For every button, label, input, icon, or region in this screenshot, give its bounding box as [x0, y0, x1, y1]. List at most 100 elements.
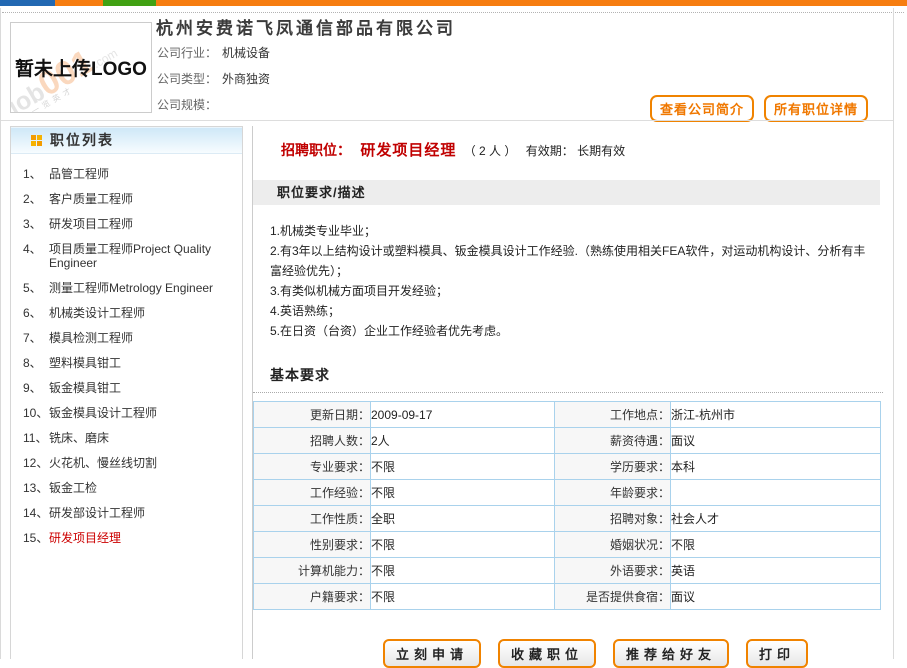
table-row: 工作经验：不限年龄要求：: [254, 480, 881, 506]
sidebar-job-item[interactable]: 5、测量工程师Metrology Engineer: [23, 276, 234, 301]
job-item-number: 1、: [23, 167, 49, 181]
table-label-cell: 工作地点：: [555, 402, 671, 428]
table-value-cell: 英语: [671, 558, 881, 584]
table-value-cell: 社会人才: [671, 506, 881, 532]
all-positions-button[interactable]: 所有职位详情: [764, 95, 868, 122]
table-row: 计算机能力：不限外语要求：英语: [254, 558, 881, 584]
description-line: 5.在日资（台资）企业工作经验者优先考虑。: [270, 321, 876, 341]
table-label-cell: 计算机能力：: [254, 558, 371, 584]
sidebar-job-item[interactable]: 15、研发项目经理: [23, 526, 234, 551]
job-list: 1、品管工程师2、客户质量工程师3、研发项目工程师4、项目质量工程师Projec…: [11, 154, 242, 551]
sidebar-job-item[interactable]: 13、钣金工检: [23, 476, 234, 501]
table-value-cell: 不限: [371, 454, 555, 480]
job-item-number: 2、: [23, 192, 49, 206]
table-value-cell: 浙江-杭州市: [671, 402, 881, 428]
table-row: 更新日期：2009-09-17工作地点：浙江-杭州市: [254, 402, 881, 428]
table-label-cell: 学历要求：: [555, 454, 671, 480]
validity-value: 长期有效: [577, 144, 625, 158]
table-value-cell: 面议: [671, 584, 881, 610]
table-label-cell: 专业要求：: [254, 454, 371, 480]
table-value-cell: 不限: [371, 480, 555, 506]
sidebar-job-item[interactable]: 4、项目质量工程师Project Quality Engineer: [23, 237, 234, 276]
sidebar-job-item[interactable]: 9、钣金模具钳工: [23, 376, 234, 401]
sidebar-job-item[interactable]: 1、品管工程师: [23, 162, 234, 187]
job-position-title: 研发项目经理: [360, 142, 456, 159]
sidebar-job-item[interactable]: 10、钣金模具设计工程师: [23, 401, 234, 426]
table-value-cell: 不限: [671, 532, 881, 558]
company-field-label: 公司行业：: [157, 46, 217, 60]
job-header: 招聘职位： 研发项目经理 （ 2 人 ） 有效期： 长期有效: [281, 139, 893, 160]
sidebar-job-item[interactable]: 7、模具检测工程师: [23, 326, 234, 351]
description-line: 3.有类似机械方面项目开发经验；: [270, 281, 876, 301]
job-item-label: 火花机、慢丝线切割: [49, 456, 234, 470]
print-button[interactable]: 打印: [746, 639, 808, 668]
section-title-basic: 基本要求: [253, 365, 883, 393]
table-label-cell: 工作性质：: [254, 506, 371, 532]
table-label-cell: 年龄要求：: [555, 480, 671, 506]
section-title-requirements: 职位要求/描述: [253, 180, 880, 205]
job-item-number: 12、: [23, 456, 49, 470]
company-info-fields: 公司行业：机械设备公司类型：外商独资公司规模：: [157, 40, 270, 118]
job-item-number: 10、: [23, 406, 49, 420]
sidebar-job-item[interactable]: 12、火花机、慢丝线切割: [23, 451, 234, 476]
table-value-cell: 全职: [371, 506, 555, 532]
table-label-cell: 更新日期：: [254, 402, 371, 428]
job-item-number: 11、: [23, 431, 49, 445]
job-item-number: 14、: [23, 506, 49, 520]
table-value-cell: 2人: [371, 428, 555, 454]
sidebar-job-item[interactable]: 8、塑料模具钳工: [23, 351, 234, 376]
job-item-label: 钣金工检: [49, 481, 234, 495]
job-item-number: 9、: [23, 381, 49, 395]
table-label-cell: 招聘对象：: [555, 506, 671, 532]
description-line: 4.英语熟练；: [270, 301, 876, 321]
table-value-cell: 2009-09-17: [371, 402, 555, 428]
sidebar-job-item[interactable]: 2、客户质量工程师: [23, 187, 234, 212]
job-item-number: 3、: [23, 217, 49, 231]
table-row: 性别要求：不限婚姻状况：不限: [254, 532, 881, 558]
table-value-cell: [671, 480, 881, 506]
topbar-segment-green: [103, 0, 156, 6]
topbar-segment-blue: [0, 0, 55, 6]
company-logo-placeholder: job001.com 一览英才 暂未上传LOGO: [10, 22, 152, 113]
table-value-cell: 本科: [671, 454, 881, 480]
job-item-number: 15、: [23, 531, 49, 545]
sidebar-job-item[interactable]: 11、铣床、磨床: [23, 426, 234, 451]
apply-now-button[interactable]: 立刻申请: [383, 639, 481, 668]
job-item-label: 铣床、磨床: [49, 431, 234, 445]
company-field-label: 公司类型：: [157, 72, 217, 86]
job-item-number: 8、: [23, 356, 49, 370]
table-label-cell: 工作经验：: [254, 480, 371, 506]
job-item-label: 品管工程师: [49, 167, 234, 181]
header-buttons: 查看公司简介所有职位详情: [650, 95, 868, 122]
description-line: 2.有3年以上结构设计或塑料模具、钣金模具设计工作经验.（熟练使用相关FEA软件…: [270, 241, 876, 281]
sidebar-header: 职位列表: [11, 127, 242, 154]
job-item-number: 5、: [23, 281, 49, 295]
topbar-segment-orange-wide: [156, 0, 907, 6]
job-item-label: 客户质量工程师: [49, 192, 234, 206]
table-value-cell: 不限: [371, 558, 555, 584]
sidebar-job-item[interactable]: 3、研发项目工程师: [23, 212, 234, 237]
sidebar-job-item[interactable]: 6、机械类设计工程师: [23, 301, 234, 326]
company-field-value: 外商独资: [222, 72, 270, 86]
job-headcount: （ 2 人 ）: [464, 144, 517, 158]
company-name: 杭州安费诺飞凤通信部品有限公司: [156, 14, 456, 39]
grid-squares-icon: [31, 135, 36, 140]
table-label-cell: 薪资待遇：: [555, 428, 671, 454]
sidebar-job-item[interactable]: 14、研发部设计工程师: [23, 501, 234, 526]
company-field-value: 机械设备: [222, 46, 270, 60]
table-label-cell: 招聘人数：: [254, 428, 371, 454]
topbar-segment-orange: [55, 0, 103, 6]
recommend-friend-button[interactable]: 推荐给好友: [613, 639, 729, 668]
job-detail-panel: 招聘职位： 研发项目经理 （ 2 人 ） 有效期： 长期有效 职位要求/描述 1…: [252, 126, 893, 659]
table-row: 工作性质：全职招聘对象：社会人才: [254, 506, 881, 532]
save-job-button[interactable]: 收藏职位: [498, 639, 596, 668]
table-row: 专业要求：不限学历要求：本科: [254, 454, 881, 480]
job-item-label: 模具检测工程师: [49, 331, 234, 345]
job-item-label: 项目质量工程师Project Quality Engineer: [49, 242, 234, 270]
basic-requirements-table: 更新日期：2009-09-17工作地点：浙江-杭州市招聘人数：2人薪资待遇：面议…: [253, 401, 881, 610]
company-field-row: 公司行业： 机械设备: [157, 40, 270, 66]
job-item-label: 测量工程师Metrology Engineer: [49, 281, 234, 295]
top-color-bar: [0, 0, 907, 6]
view-company-profile-button[interactable]: 查看公司简介: [650, 95, 754, 122]
table-value-cell: 面议: [671, 428, 881, 454]
